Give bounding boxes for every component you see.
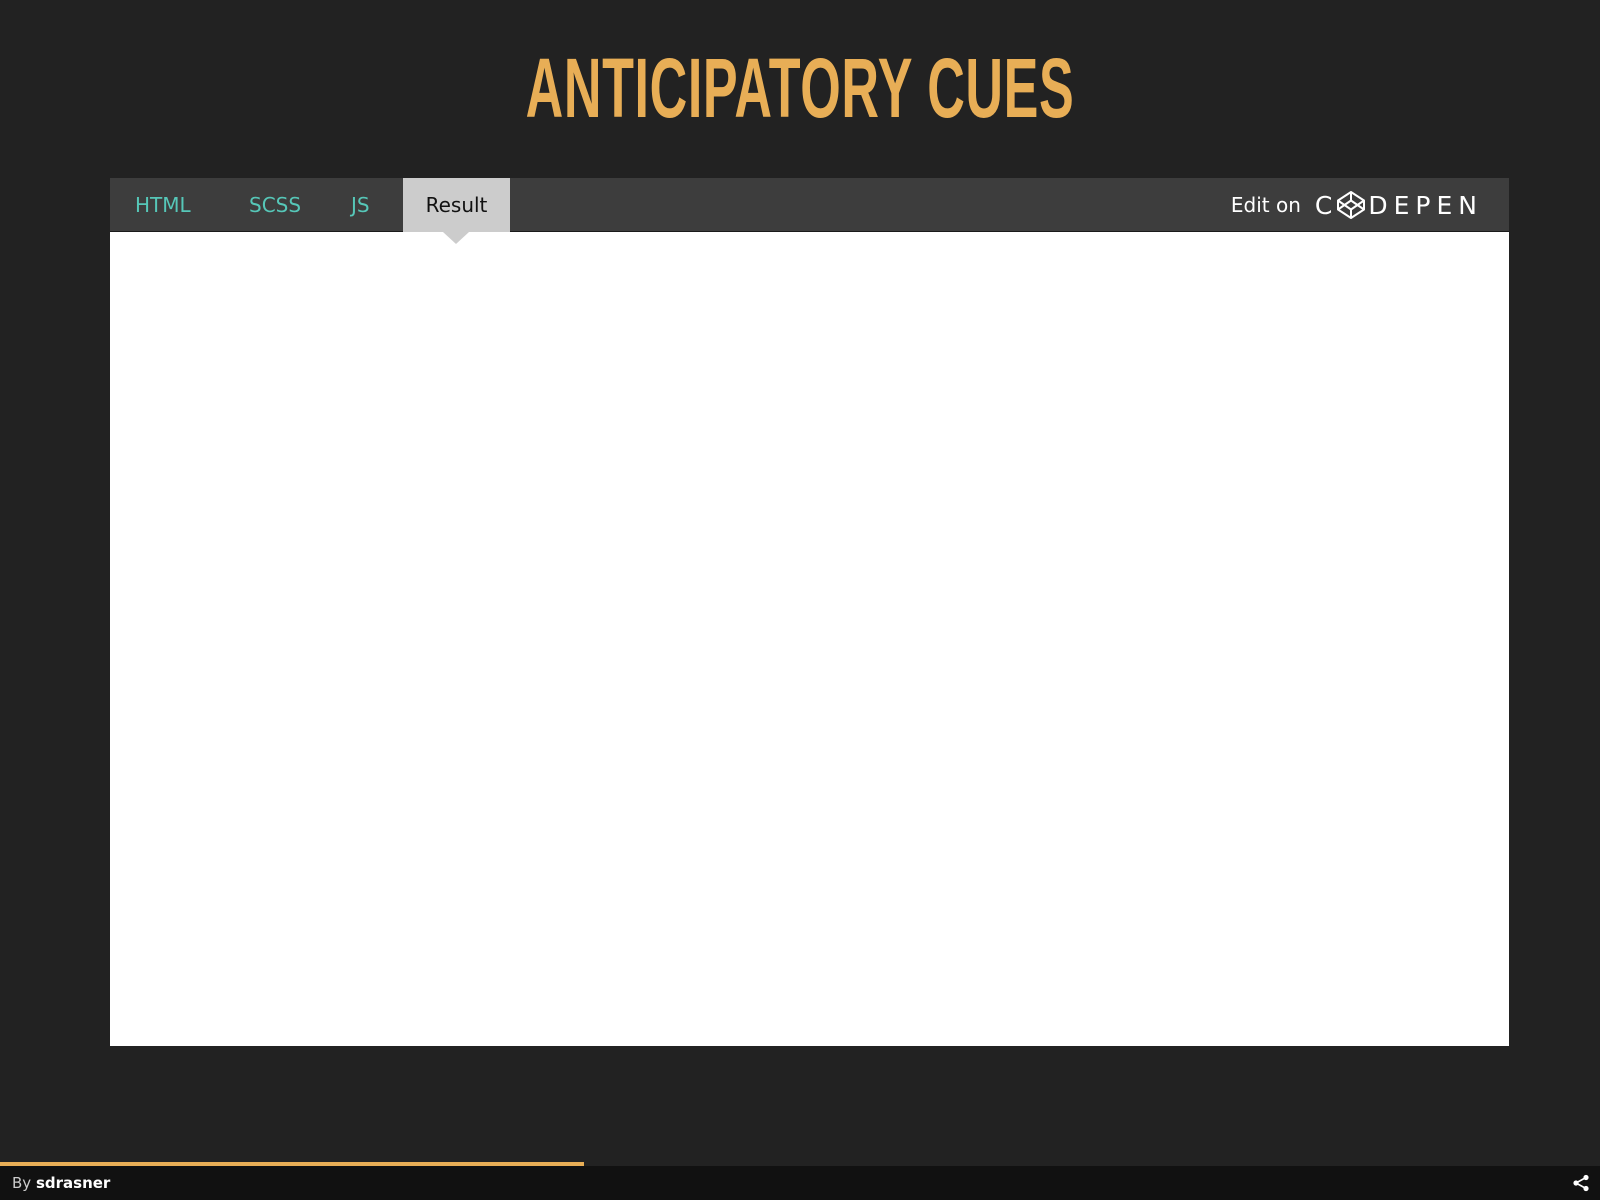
byline: By sdrasner	[12, 1174, 110, 1192]
result-preview[interactable]	[110, 232, 1509, 1046]
tab-scss[interactable]: SCSS	[249, 178, 301, 232]
page: ANTICIPATORY CUES HTML SCSS JS Result Ed…	[0, 0, 1600, 1200]
active-tab-pointer	[443, 232, 469, 244]
author-link[interactable]: sdrasner	[36, 1174, 110, 1192]
tab-html[interactable]: HTML	[135, 178, 191, 232]
embed-tab-bar: HTML SCSS JS Result Edit on C DEPEN	[110, 178, 1509, 232]
codepen-cube-icon	[1337, 191, 1366, 219]
codepen-embed: HTML SCSS JS Result Edit on C DEPEN	[110, 178, 1509, 1046]
tab-js[interactable]: JS	[351, 178, 370, 232]
edit-on-label: Edit on	[1230, 193, 1301, 217]
codepen-logo: C DEPEN	[1315, 190, 1483, 220]
by-label: By	[12, 1174, 32, 1192]
codepen-logo-text: DEPEN	[1368, 190, 1483, 220]
progress-track	[0, 1162, 1600, 1166]
edit-on-codepen-link[interactable]: Edit on C DEPEN	[1231, 178, 1483, 232]
progress-fill	[0, 1162, 584, 1166]
codepen-logo-letter-c: C	[1314, 190, 1339, 220]
tab-result[interactable]: Result	[403, 178, 510, 232]
footer-bar: By sdrasner	[0, 1162, 1600, 1200]
share-icon[interactable]	[1572, 1174, 1590, 1192]
page-title: ANTICIPATORY CUES	[525, 41, 1075, 135]
